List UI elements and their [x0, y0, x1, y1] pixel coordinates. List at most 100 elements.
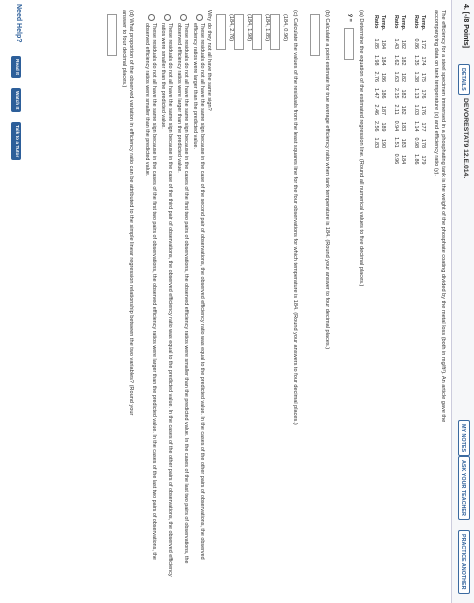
residual-input[interactable]: [270, 14, 280, 50]
intro-line-2: accompanying data on tank temperature (x…: [433, 10, 439, 176]
table-cell: 175: [420, 72, 426, 82]
option-text: These residuals do not all have the same…: [144, 23, 157, 560]
table-cell: 183: [400, 138, 406, 148]
intro-line-1: The efficiency for a steel specimen imme…: [440, 10, 446, 423]
problem-code: DEVORESTAT9 12.E.014.: [462, 98, 469, 179]
option-text: These residuals do not all have the same…: [176, 23, 189, 564]
table-cell: 1.63: [393, 71, 399, 82]
table-row: Temp. 182 182 182 182 182 183 183 184: [399, 12, 406, 167]
row-label: Ratio: [373, 15, 379, 29]
option-radio[interactable]: [148, 14, 155, 21]
table-cell: 1.47: [373, 87, 379, 99]
points-label: [-/8 Points]: [462, 11, 469, 48]
data-table: Temp. 172 174 175 176 176 177 178 179 Ratio 0.86 1.…: [412, 12, 426, 167]
table-cell: 182: [400, 72, 406, 82]
residual-input[interactable]: [252, 14, 262, 50]
table-cell: 172: [420, 39, 426, 49]
residual-input[interactable]: [216, 14, 226, 50]
pair-label: (184, 0.96): [282, 14, 288, 42]
y-hat-label: ŷ =: [347, 14, 353, 22]
table-cell: 0.86: [413, 38, 419, 49]
table-cell: 184: [380, 56, 386, 66]
table-cell: 182: [400, 89, 406, 99]
table-cell: 176: [420, 89, 426, 99]
part-d-prompt: (d) What proportion of the observed vari…: [128, 10, 134, 416]
table-cell: 2.46: [373, 104, 379, 115]
table-cell: 2.11: [393, 104, 399, 115]
table-cell: 1.38: [413, 71, 419, 82]
table-cell: 1.86: [413, 153, 419, 165]
row-label: Ratio: [413, 15, 419, 29]
part-d-prompt-2: answer to four decimal places.): [121, 10, 127, 88]
option-radio[interactable]: [180, 14, 187, 21]
table-cell: 1.03: [413, 104, 419, 115]
table-cell: 183: [400, 122, 406, 132]
table-cell: 190: [380, 138, 386, 148]
my-notes-button[interactable]: MY NOTES: [458, 420, 470, 457]
table-cell: 182: [400, 39, 406, 49]
details-button[interactable]: DETAILS: [458, 64, 470, 95]
row-label: Temp.: [420, 15, 426, 31]
table-cell: 182: [400, 56, 406, 66]
table-cell: 2.76: [373, 71, 379, 82]
option-radio[interactable]: [196, 14, 203, 21]
point-estimate-input[interactable]: [310, 14, 320, 56]
part-c-prompt: (c) Calculate the values of the residual…: [292, 10, 298, 425]
table-cell: 178: [420, 138, 426, 148]
table-cell: 1.43: [393, 38, 399, 49]
row-label: Ratio: [393, 15, 399, 29]
help-bar: Need Help? Read It Watch It Talk to a Tu…: [0, 0, 26, 603]
residual-input[interactable]: [234, 14, 244, 50]
need-help-label: Need Help?: [15, 4, 22, 43]
table-cell: 184: [400, 155, 406, 165]
table-cell: 1.13: [413, 87, 419, 99]
watch-it-button[interactable]: Watch It: [11, 88, 21, 113]
pair-label: (184, 1.85): [264, 14, 270, 42]
row-label: Temp.: [400, 15, 406, 31]
question-header: 4. [-/8 Points] DETAILS DEVORESTAT9 12.E…: [451, 0, 474, 603]
table-cell: 2.15: [393, 87, 399, 99]
table-cell: 186: [380, 72, 386, 82]
table-cell: 174: [420, 56, 426, 66]
read-it-button[interactable]: Read It: [11, 56, 21, 78]
table-cell: 0.96: [393, 153, 399, 165]
table-row: Ratio 0.86 1.35 1.38 1.13 1.03 1.14 0.98 1.86: [412, 12, 419, 167]
table-cell: 184: [380, 39, 386, 49]
ask-teacher-button[interactable]: ASK YOUR TEACHER: [458, 456, 470, 520]
table-cell: 1.98: [373, 54, 379, 66]
question-number: 4. [-/8 Points]: [462, 4, 469, 48]
table-cell: 182: [400, 105, 406, 115]
table-cell: 1.51: [393, 137, 399, 148]
practice-another-button[interactable]: PRACTICE ANOTHER: [458, 530, 470, 594]
table-cell: 186: [380, 89, 386, 99]
option-radio[interactable]: [164, 14, 171, 21]
table-row: Temp. 184 184 186 186 187 189 190: [379, 12, 386, 151]
table-cell: 1.85: [373, 38, 379, 49]
row-label: Temp.: [380, 15, 386, 31]
table-cell: 1.83: [373, 137, 379, 148]
table-row: Temp. 172 174 175 176 176 177 178 179: [419, 12, 426, 167]
regression-equation-input[interactable]: [344, 28, 354, 60]
part-b-prompt: (b) Calculate a point estimate for true …: [324, 10, 330, 350]
table-cell: 187: [380, 105, 386, 115]
question-number-text: 4.: [462, 4, 469, 10]
table-cell: 1.14: [413, 120, 419, 132]
part-a-prompt: (a) Determine the equation of the estima…: [358, 10, 364, 287]
option-text: These residuals do not all have the same…: [192, 23, 205, 560]
table-cell: 177: [420, 122, 426, 132]
why-question: Why do they not all have the same sign?: [206, 10, 212, 111]
pair-label: (184, 1.98): [246, 14, 252, 42]
table-cell: 189: [380, 122, 386, 132]
pair-label: (184, 2.76): [228, 14, 234, 42]
table-cell: 2.56: [373, 120, 379, 132]
table-cell: 0.98: [413, 137, 419, 148]
data-table-2: Temp. 182 182 182 182 182 183 183 184 Ratio 1.43 1.…: [392, 12, 406, 167]
proportion-input[interactable]: [107, 14, 117, 56]
talk-to-tutor-button[interactable]: Talk to a Tutor: [11, 122, 21, 161]
table-row: Ratio 1.43 1.62 1.63 2.15 2.11 0.94 1.51 0.96: [392, 12, 399, 167]
table-cell: 0.94: [393, 120, 399, 132]
table-cell: 1.35: [413, 54, 419, 66]
table-cell: 176: [420, 105, 426, 115]
table-row: Ratio 1.85 1.98 2.76 1.47 2.46 2.56 1.83: [372, 12, 379, 151]
question-panel: 4. [-/8 Points] DETAILS DEVORESTAT9 12.E…: [0, 0, 474, 603]
